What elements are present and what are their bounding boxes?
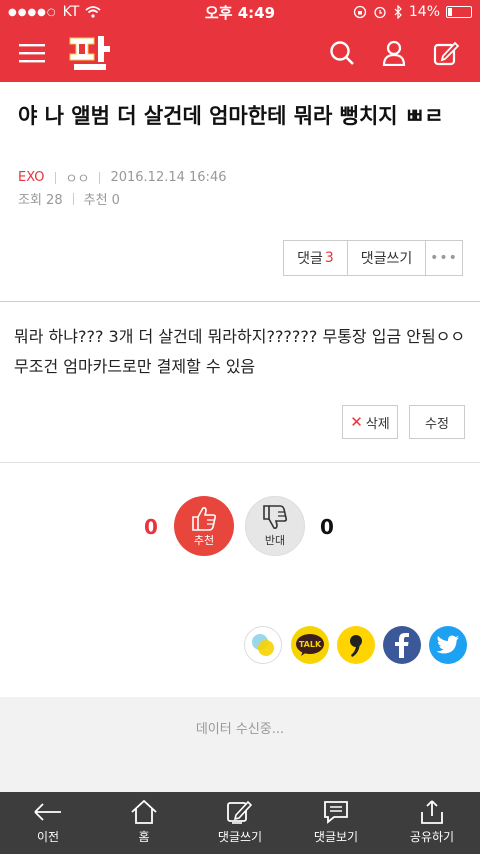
write-comment-button[interactable]: 댓글쓰기	[348, 241, 426, 275]
delete-label: 삭제	[365, 416, 390, 432]
post-title: 야 나 앨범 더 살건데 엄마한테 뭐라 뻥치지 ㅃㄹ	[18, 104, 444, 128]
tab-write-comment[interactable]: 댓글쓰기	[192, 792, 288, 854]
tab-view-comments[interactable]: 댓글보기	[288, 792, 384, 854]
post-meta: EXO ㅇㅇ 2016.12.14 16:46	[18, 168, 226, 187]
delete-button[interactable]: ✕ 삭제	[342, 405, 398, 439]
thumbs-up-icon	[192, 507, 217, 531]
post-views: 조회 28	[18, 193, 63, 208]
oppose-button[interactable]: 반대	[245, 496, 305, 556]
bottom-tab-bar: 이전 홈 댓글쓰기 댓글보기 공유하기	[0, 792, 480, 854]
more-button[interactable]: •••	[426, 241, 462, 275]
facebook-share-button[interactable]	[383, 626, 421, 664]
post-category[interactable]: EXO	[18, 170, 45, 185]
talk-text: TALK	[299, 640, 322, 649]
search-button[interactable]	[316, 24, 368, 82]
twitter-share-button[interactable]	[429, 626, 467, 664]
comments-label: 댓글	[297, 251, 323, 267]
top-nav	[0, 24, 480, 82]
search-icon	[330, 41, 354, 65]
post-recommends: 추천 0	[83, 193, 120, 208]
recommend-label: 추천	[193, 534, 215, 547]
status-time: 오후 4:49	[204, 3, 276, 22]
battery-percent: 14%	[408, 4, 440, 20]
write-comment-icon	[227, 800, 253, 824]
wifi-icon	[85, 6, 101, 18]
status-bar: ●●●●○ KT 오후 4:49 14%	[0, 0, 480, 24]
pann-logo-icon	[69, 36, 110, 70]
post-content: 뭐라 하냐??? 3개 더 살건데 뭐라하지?????? 무통장 입금 안됨ㅇㅇ…	[14, 327, 466, 376]
bluetooth-icon	[394, 5, 402, 19]
band-icon	[350, 635, 362, 657]
divider	[72, 192, 74, 205]
loading-section: 데이터 수신중...	[0, 697, 480, 792]
post-author: ㅇㅇ	[65, 172, 90, 187]
twitter-icon	[436, 635, 459, 654]
compose-icon	[433, 41, 459, 66]
tab-share[interactable]: 공유하기	[384, 792, 480, 854]
recommend-button[interactable]: 추천	[174, 496, 234, 556]
battery-icon	[446, 6, 472, 18]
tab-view-comments-label: 댓글보기	[313, 830, 359, 844]
user-icon	[382, 40, 406, 66]
comments-button[interactable]: 댓글 3	[284, 241, 348, 275]
comments-count: 3	[324, 250, 334, 266]
divider	[99, 171, 101, 184]
divider	[0, 462, 480, 463]
hamburger-icon	[19, 44, 45, 63]
thumbs-down-icon	[263, 505, 288, 529]
kakaotalk-share-button[interactable]: TALK	[291, 626, 329, 664]
alarm-icon	[374, 6, 386, 19]
comment-toolbar: 댓글 3 댓글쓰기 •••	[283, 240, 463, 276]
band-share-button[interactable]	[337, 626, 375, 664]
close-icon: ✕	[350, 413, 363, 431]
back-arrow-icon	[34, 803, 61, 821]
tab-share-label: 공유하기	[409, 830, 455, 844]
pann-logo[interactable]	[66, 32, 112, 74]
post-date: 2016.12.14 16:46	[110, 170, 227, 185]
view-comments-icon	[324, 801, 348, 824]
tab-write-comment-label: 댓글쓰기	[217, 830, 263, 844]
oppose-label: 반대	[264, 534, 286, 547]
divider	[0, 301, 480, 302]
signal-icon: ●●●●○	[8, 6, 57, 18]
loading-text: 데이터 수신중...	[195, 722, 285, 737]
kakaostory-share-button[interactable]	[244, 626, 282, 664]
account-button[interactable]	[368, 24, 420, 82]
oppose-count: 0	[320, 515, 334, 539]
divider	[54, 171, 56, 184]
facebook-icon	[395, 633, 409, 658]
home-icon	[131, 799, 157, 824]
recommend-count: 0	[144, 515, 158, 539]
menu-button[interactable]	[6, 24, 58, 82]
tab-home-label: 홈	[138, 830, 150, 844]
post-stats: 조회 28 추천 0	[18, 189, 120, 208]
rotation-lock-icon	[353, 5, 367, 19]
modify-button[interactable]: 수정	[409, 405, 465, 439]
kakaostory-icon	[252, 634, 274, 656]
write-button[interactable]	[420, 24, 472, 82]
kakaotalk-icon: TALK	[296, 634, 324, 656]
tab-home[interactable]: 홈	[96, 792, 192, 854]
tab-back-label: 이전	[36, 830, 60, 844]
carrier-label: KT	[62, 4, 80, 20]
share-icon	[421, 800, 443, 824]
tab-back[interactable]: 이전	[0, 792, 96, 854]
